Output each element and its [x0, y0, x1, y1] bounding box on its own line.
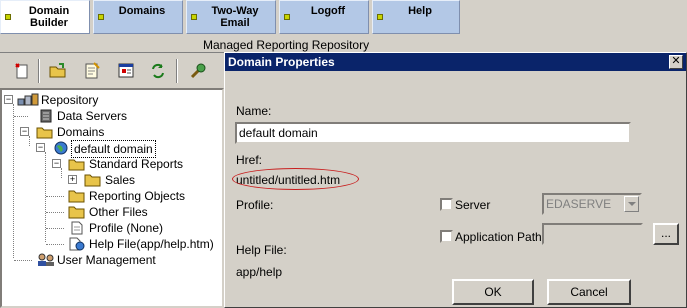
tab-help[interactable]: Help [372, 0, 460, 34]
collapse-icon[interactable]: − [4, 95, 13, 104]
tree-label: Help File(app/help.htm) [89, 237, 214, 251]
cancel-button[interactable]: Cancel [547, 279, 631, 305]
tree-label: User Management [57, 253, 156, 267]
tree-connector [14, 260, 32, 261]
dialog-title: Domain Properties [228, 55, 335, 69]
tab-bullet-icon [191, 14, 197, 20]
open-folder-icon[interactable] [48, 61, 68, 81]
folder-icon [68, 189, 85, 203]
tree-connector [46, 196, 64, 197]
tree-label: Repository [41, 93, 99, 107]
application-path-label: Application Path [455, 230, 542, 244]
chevron-down-icon[interactable] [624, 196, 639, 212]
href-label: Href: [236, 153, 263, 167]
document-icon [70, 221, 86, 235]
help-file-value: app/help [236, 265, 283, 279]
tab-logoff[interactable]: Logoff [279, 0, 369, 34]
tree-connector [46, 212, 64, 213]
tree-label: Standard Reports [89, 157, 184, 171]
close-icon[interactable]: ✕ [669, 55, 683, 69]
application-path-checkbox[interactable] [440, 230, 453, 243]
application-path-field[interactable] [542, 223, 643, 245]
tab-domains[interactable]: Domains [93, 0, 183, 34]
new-domain-icon[interactable] [12, 61, 32, 81]
edit-document-icon[interactable] [82, 61, 102, 81]
repository-icon [17, 93, 39, 107]
tree-connector [29, 136, 30, 146]
collapse-icon[interactable]: − [20, 127, 29, 136]
open-folder-icon [68, 157, 85, 171]
domain-properties-dialog: Domain Properties ✕ Name: default domain… [224, 52, 687, 308]
refresh-icon[interactable] [148, 61, 168, 81]
tab-bullet-icon [284, 14, 290, 20]
users-icon [36, 253, 54, 267]
highlight-ellipse [232, 168, 359, 190]
folder-icon [84, 173, 101, 187]
dialog-title-bar[interactable]: Domain Properties ✕ [225, 53, 686, 71]
tab-label-line1: Domain [28, 5, 70, 17]
tree-label: Data Servers [57, 109, 128, 123]
tab-label-line2: Builder [30, 17, 68, 29]
ok-button[interactable]: OK [452, 279, 534, 305]
repository-tree: − Repository Data Servers − Domains − de… [0, 88, 224, 308]
tree-connector [13, 104, 14, 258]
page-header: Managed Reporting Repository [0, 36, 687, 52]
collapse-icon[interactable]: − [36, 143, 45, 152]
name-label: Name: [236, 104, 272, 118]
tree-label: Domains [57, 125, 105, 139]
tree-label: Reporting Objects [89, 189, 186, 203]
server-icon [38, 109, 54, 123]
tab-bullet-icon [98, 14, 104, 20]
tree-label: Sales [105, 173, 136, 187]
properties-icon[interactable] [116, 61, 136, 81]
tree-connector [61, 168, 62, 178]
profile-label: Profile: [236, 198, 274, 212]
folder-icon [68, 205, 85, 219]
repository-toolbar [0, 52, 224, 88]
tree-connector [46, 228, 64, 229]
page-title: Managed Reporting Repository [203, 38, 370, 52]
top-tab-bar: Domain Builder Domains Two-Way Email Log… [0, 0, 687, 36]
tab-label-line1: Logoff [310, 5, 346, 17]
server-select-value: EDASERVE [546, 197, 612, 211]
collapse-icon[interactable]: − [52, 159, 61, 168]
open-folder-icon [36, 125, 53, 139]
tree-label: Other Files [89, 205, 148, 219]
tab-label-line1: Two-Way [211, 5, 259, 17]
tree-label: Profile (None) [89, 221, 164, 235]
tab-bullet-icon [5, 14, 11, 20]
toolbar-separator [176, 59, 178, 83]
server-checkbox[interactable] [440, 198, 453, 211]
tab-label-line2: Email [220, 17, 250, 29]
tab-label-line1: Help [408, 5, 432, 17]
expand-icon[interactable]: + [68, 175, 77, 184]
globe-icon [54, 141, 70, 155]
help-file-label: Help File: [236, 243, 287, 257]
tab-domain-builder[interactable]: Domain Builder [0, 0, 90, 34]
tree-connector [46, 244, 64, 245]
server-label: Server [455, 198, 491, 212]
help-globe-icon [68, 237, 85, 251]
tab-bullet-icon [377, 14, 383, 20]
server-select[interactable]: EDASERVE [542, 193, 642, 215]
tools-icon[interactable] [188, 61, 208, 81]
name-field[interactable]: default domain [235, 122, 631, 144]
tab-label-line1: Domains [118, 5, 166, 17]
toolbar-separator [38, 59, 40, 83]
tree-connector [14, 116, 28, 117]
tab-two-way-email[interactable]: Two-Way Email [186, 0, 276, 34]
browse-button[interactable]: ... [653, 223, 679, 245]
